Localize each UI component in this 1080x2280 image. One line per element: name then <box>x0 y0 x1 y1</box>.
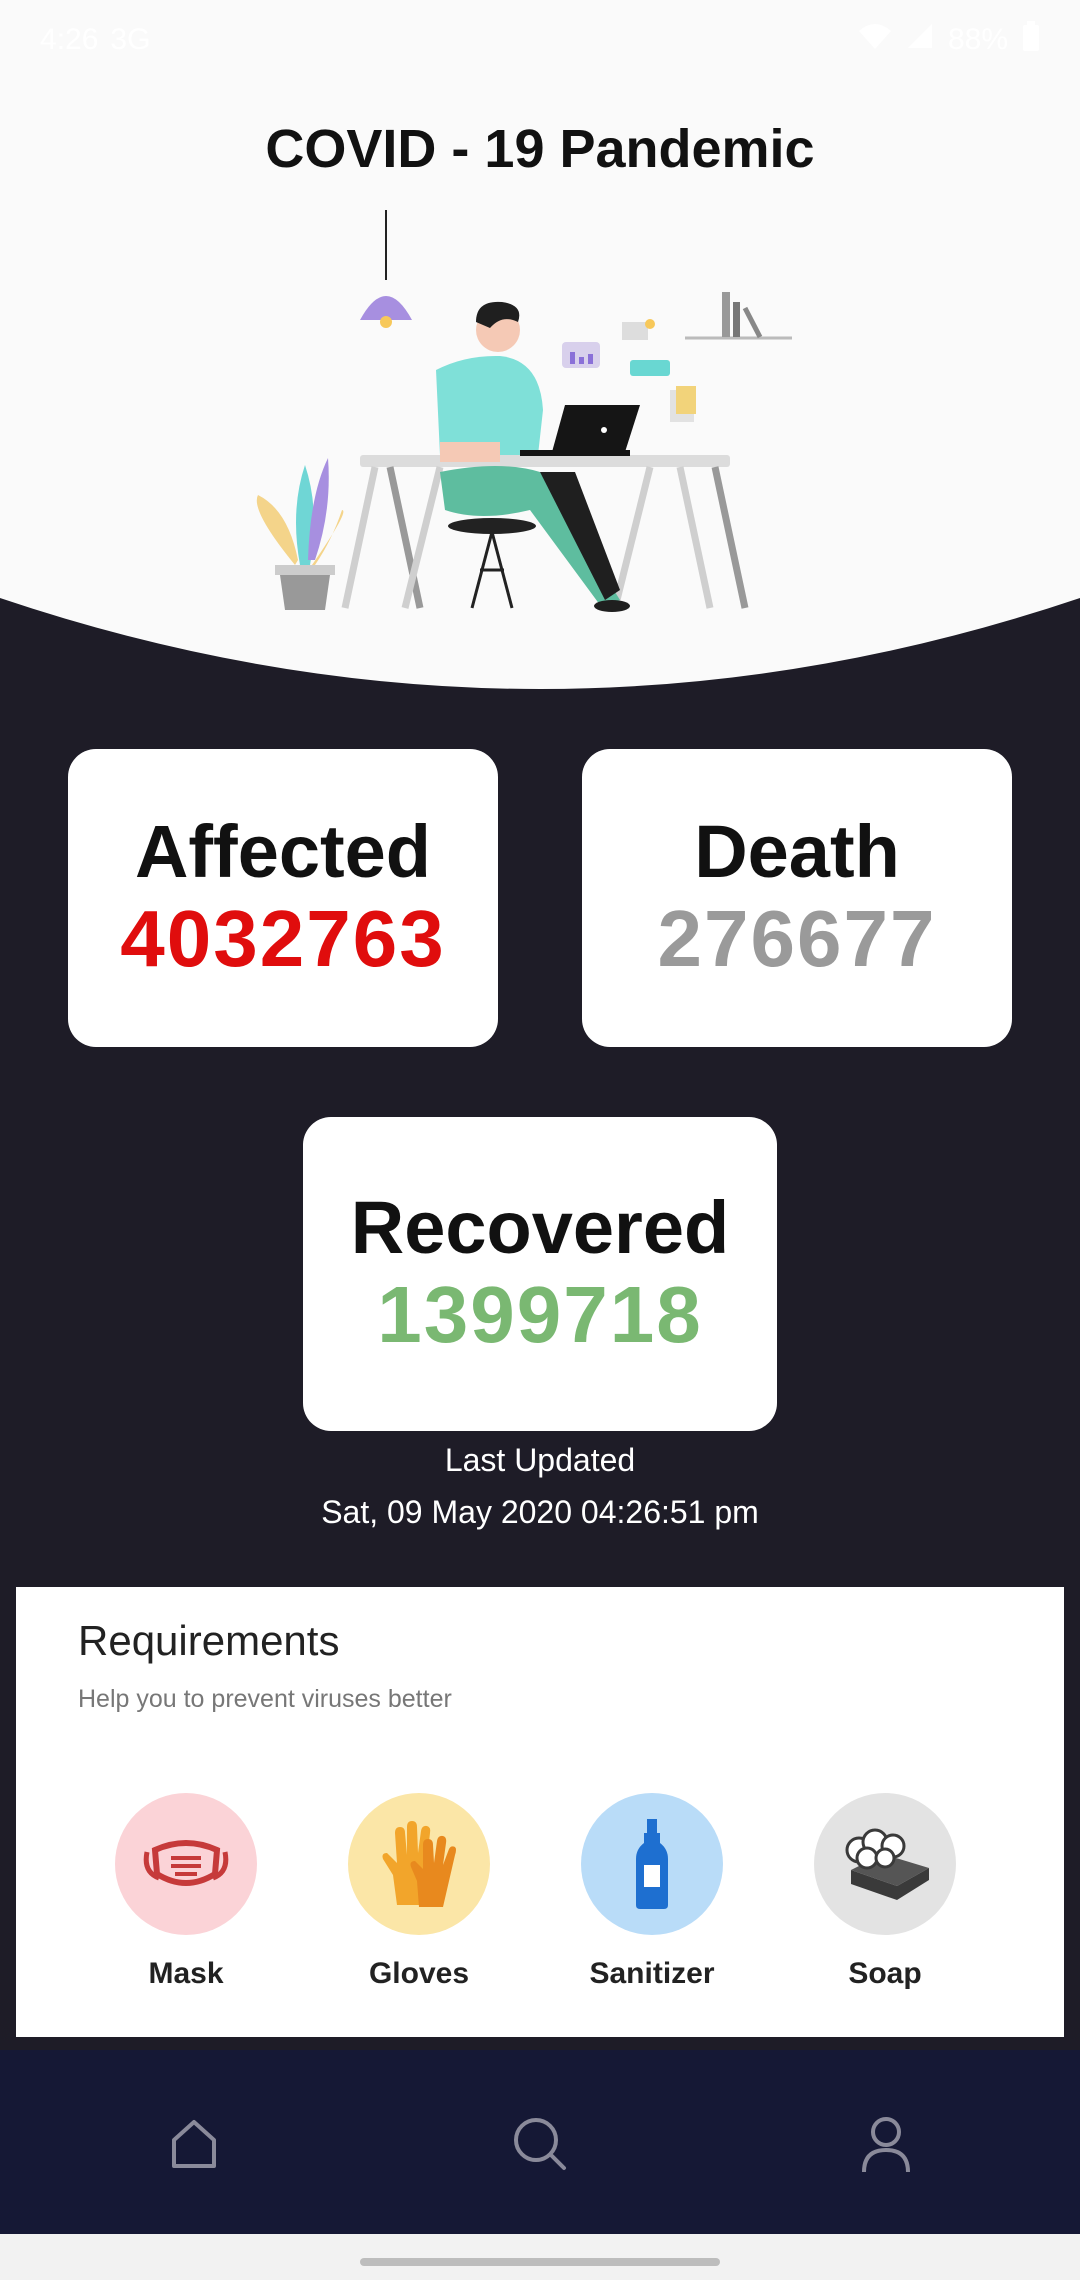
nav-home-button[interactable] <box>162 2112 226 2176</box>
gesture-handle[interactable] <box>360 2258 720 2266</box>
hero-section: COVID - 19 Pandemic <box>0 0 1080 690</box>
bottom-navigation <box>0 2050 1080 2234</box>
soap-icon <box>814 1793 956 1935</box>
requirement-label-gloves: Gloves <box>368 1957 470 1990</box>
status-battery-percent: 88% <box>947 23 1008 56</box>
gloves-icon <box>348 1793 490 1935</box>
requirements-panel: Requirements Help you to prevent viruses… <box>16 1587 1064 2037</box>
requirement-item-soap[interactable]: Soap <box>785 1793 985 1991</box>
mask-icon <box>115 1793 257 1935</box>
working-person-illustration <box>256 210 792 612</box>
last-updated-label: Last Updated <box>444 1442 636 1478</box>
recovered-card: Recovered 1399718 <box>303 1117 777 1431</box>
status-time: 4:26 <box>40 23 99 56</box>
requirement-label-mask: Mask <box>148 1957 224 1990</box>
wifi-icon <box>858 22 892 58</box>
recovered-label: Recovered <box>350 1186 730 1270</box>
death-card: Death 276677 <box>582 749 1012 1047</box>
nav-search-button[interactable] <box>508 2112 572 2176</box>
sanitizer-icon <box>581 1793 723 1935</box>
nav-profile-button[interactable] <box>854 2112 918 2176</box>
signal-icon <box>906 22 934 58</box>
battery-icon <box>1022 21 1040 59</box>
profile-icon <box>862 2117 910 2173</box>
recovered-value: 1399718 <box>377 1269 703 1359</box>
requirement-item-mask[interactable]: Mask <box>86 1793 286 1991</box>
requirement-label-sanitizer: Sanitizer <box>589 1957 715 1990</box>
status-bar: 4:26 3G 88% <box>0 0 1080 80</box>
requirement-item-gloves[interactable]: Gloves <box>319 1793 519 1991</box>
requirements-subtitle: Help you to prevent viruses better <box>78 1685 452 1713</box>
status-network-type: 3G <box>110 23 151 56</box>
death-value: 276677 <box>657 893 937 983</box>
search-icon <box>514 2118 566 2170</box>
requirement-label-soap: Soap <box>848 1957 922 1990</box>
home-icon <box>172 2120 216 2168</box>
requirements-title: Requirements <box>78 1617 340 1664</box>
page-title: COVID - 19 Pandemic <box>265 119 815 179</box>
affected-value: 4032763 <box>120 893 446 983</box>
last-updated-datetime: Sat, 09 May 2020 04:26:51 pm <box>321 1494 759 1530</box>
gesture-area <box>0 2234 1080 2280</box>
last-updated: Last Updated Sat, 09 May 2020 04:26:51 p… <box>0 1434 1080 1538</box>
affected-label: Affected <box>134 810 432 894</box>
death-label: Death <box>694 810 900 894</box>
requirement-item-sanitizer[interactable]: Sanitizer <box>552 1793 752 1991</box>
affected-card: Affected 4032763 <box>68 749 498 1047</box>
